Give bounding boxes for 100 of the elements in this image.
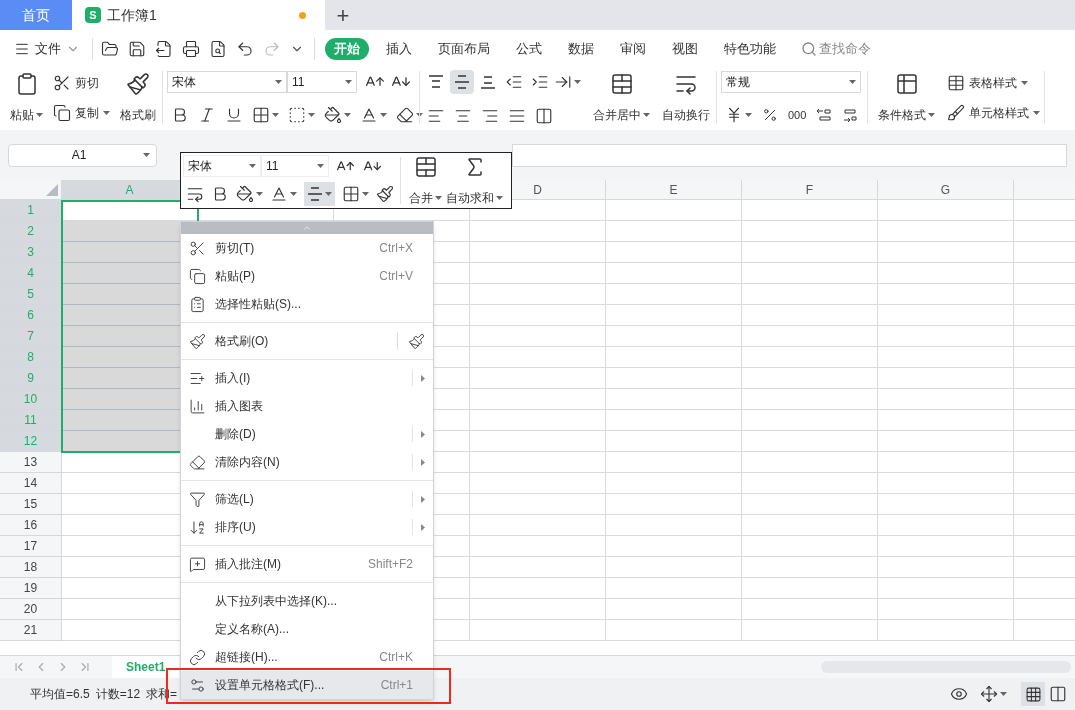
table-cell[interactable] bbox=[470, 221, 606, 242]
merge-button[interactable]: 合并 bbox=[407, 155, 444, 207]
font-color-icon[interactable] bbox=[270, 185, 288, 203]
file-menu[interactable]: 文件 bbox=[0, 38, 88, 59]
increase-decimal-icon[interactable] bbox=[816, 107, 833, 123]
workbook-tab[interactable]: S 工作簿1 bbox=[72, 0, 325, 30]
wrap-text-button[interactable]: 自动换行 bbox=[660, 71, 712, 124]
paste-button[interactable]: 粘贴 bbox=[8, 71, 45, 124]
table-cell[interactable] bbox=[878, 431, 1014, 452]
table-cell[interactable] bbox=[878, 515, 1014, 536]
border-icon[interactable] bbox=[252, 106, 270, 124]
table-cell[interactable] bbox=[878, 494, 1014, 515]
grid-view-button[interactable] bbox=[1021, 682, 1045, 706]
menu-item[interactable]: 插入(I) bbox=[181, 364, 433, 392]
row-header[interactable]: 21 bbox=[0, 620, 62, 641]
table-cell[interactable] bbox=[878, 284, 1014, 305]
table-cell[interactable] bbox=[742, 389, 878, 410]
table-cell[interactable] bbox=[606, 326, 742, 347]
menu-item[interactable]: 定义名称(A)... bbox=[181, 615, 433, 643]
table-cell[interactable] bbox=[470, 599, 606, 620]
table-cell[interactable] bbox=[878, 305, 1014, 326]
command-search[interactable]: 查找命令 bbox=[801, 38, 871, 59]
menu-item[interactable]: 筛选(L) bbox=[181, 485, 433, 513]
fill-color-icon[interactable] bbox=[236, 185, 254, 203]
table-cell[interactable] bbox=[742, 599, 878, 620]
table-cell[interactable] bbox=[878, 242, 1014, 263]
menu-item[interactable]: 删除(D) bbox=[181, 420, 433, 448]
table-cell[interactable] bbox=[470, 410, 606, 431]
table-cell[interactable] bbox=[878, 452, 1014, 473]
ribbon-tab[interactable]: 公式 bbox=[507, 37, 551, 60]
table-cell[interactable] bbox=[470, 368, 606, 389]
table-cell[interactable] bbox=[606, 200, 742, 221]
name-box[interactable]: A1 bbox=[8, 143, 157, 167]
table-cell[interactable] bbox=[742, 473, 878, 494]
table-cell[interactable] bbox=[878, 263, 1014, 284]
ribbon-tab[interactable]: 视图 bbox=[663, 37, 707, 60]
print-icon[interactable] bbox=[182, 39, 200, 58]
table-cell[interactable] bbox=[742, 536, 878, 557]
column-header[interactable]: G bbox=[878, 180, 1014, 199]
font-color-icon[interactable] bbox=[360, 106, 378, 124]
table-cell[interactable] bbox=[606, 578, 742, 599]
table-cell[interactable] bbox=[742, 326, 878, 347]
row-header[interactable]: 18 bbox=[0, 557, 62, 578]
table-cell[interactable] bbox=[606, 410, 742, 431]
table-cell[interactable] bbox=[742, 494, 878, 515]
menu-item[interactable]: 插入图表 bbox=[181, 392, 433, 420]
table-cell[interactable] bbox=[742, 368, 878, 389]
table-cell[interactable] bbox=[606, 620, 742, 641]
brush-lock-icon[interactable] bbox=[408, 332, 425, 350]
table-cell[interactable] bbox=[878, 326, 1014, 347]
font-size-select[interactable]: 11 bbox=[287, 71, 357, 93]
table-cell[interactable] bbox=[606, 242, 742, 263]
table-cell[interactable] bbox=[606, 536, 742, 557]
align-left-icon[interactable] bbox=[427, 107, 445, 125]
table-cell[interactable] bbox=[606, 221, 742, 242]
font-size-select[interactable]: 11 bbox=[261, 155, 329, 177]
table-cell[interactable] bbox=[606, 473, 742, 494]
preview-icon[interactable] bbox=[209, 39, 227, 58]
menu-item[interactable]: 插入批注(M) Shift+F2 bbox=[181, 550, 433, 578]
table-cell[interactable] bbox=[470, 284, 606, 305]
vertical-align-button[interactable] bbox=[450, 70, 474, 94]
table-cell[interactable] bbox=[742, 431, 878, 452]
table-cell[interactable] bbox=[470, 347, 606, 368]
table-cell[interactable] bbox=[470, 305, 606, 326]
cell-fill-icon[interactable] bbox=[288, 106, 306, 124]
table-cell[interactable] bbox=[606, 347, 742, 368]
ribbon-tab[interactable]: 特色功能 bbox=[715, 37, 785, 60]
eye-icon[interactable] bbox=[950, 685, 968, 703]
page-view-icon[interactable] bbox=[1049, 685, 1067, 703]
table-cell[interactable] bbox=[878, 599, 1014, 620]
distribute-icon[interactable] bbox=[535, 107, 553, 125]
table-cell[interactable] bbox=[470, 578, 606, 599]
thousands-button[interactable]: 000 bbox=[788, 106, 807, 124]
text-direction-icon[interactable] bbox=[554, 73, 572, 91]
table-style-button[interactable]: 表格样式 bbox=[947, 70, 1040, 95]
table-cell[interactable] bbox=[606, 431, 742, 452]
table-cell[interactable] bbox=[742, 452, 878, 473]
table-cell[interactable] bbox=[878, 557, 1014, 578]
open-icon[interactable] bbox=[101, 39, 119, 58]
align-center-icon[interactable] bbox=[454, 107, 472, 125]
table-cell[interactable] bbox=[742, 305, 878, 326]
table-cell[interactable] bbox=[470, 326, 606, 347]
menu-item[interactable]: 设置单元格格式(F)... Ctrl+1 bbox=[181, 671, 433, 699]
row-header[interactable]: 20 bbox=[0, 599, 62, 620]
cell-style-button[interactable]: 单元格样式 bbox=[947, 100, 1040, 125]
wrap-icon[interactable] bbox=[186, 185, 204, 203]
copy-button[interactable]: 复制 bbox=[53, 100, 110, 125]
table-cell[interactable] bbox=[470, 263, 606, 284]
table-cell[interactable] bbox=[470, 536, 606, 557]
move-icon[interactable] bbox=[980, 685, 998, 703]
row-header[interactable]: 14 bbox=[0, 473, 62, 494]
underline-icon[interactable] bbox=[225, 106, 243, 124]
table-cell[interactable] bbox=[742, 263, 878, 284]
table-cell[interactable] bbox=[742, 347, 878, 368]
merge-center-button[interactable]: 合并居中 bbox=[591, 71, 652, 124]
brush-icon[interactable] bbox=[376, 185, 394, 203]
menu-item[interactable]: 从下拉列表中选择(K)... bbox=[181, 587, 433, 615]
justify-icon[interactable] bbox=[508, 107, 526, 125]
export-icon[interactable] bbox=[155, 39, 173, 58]
number-format-select[interactable]: 常规 bbox=[721, 71, 861, 93]
